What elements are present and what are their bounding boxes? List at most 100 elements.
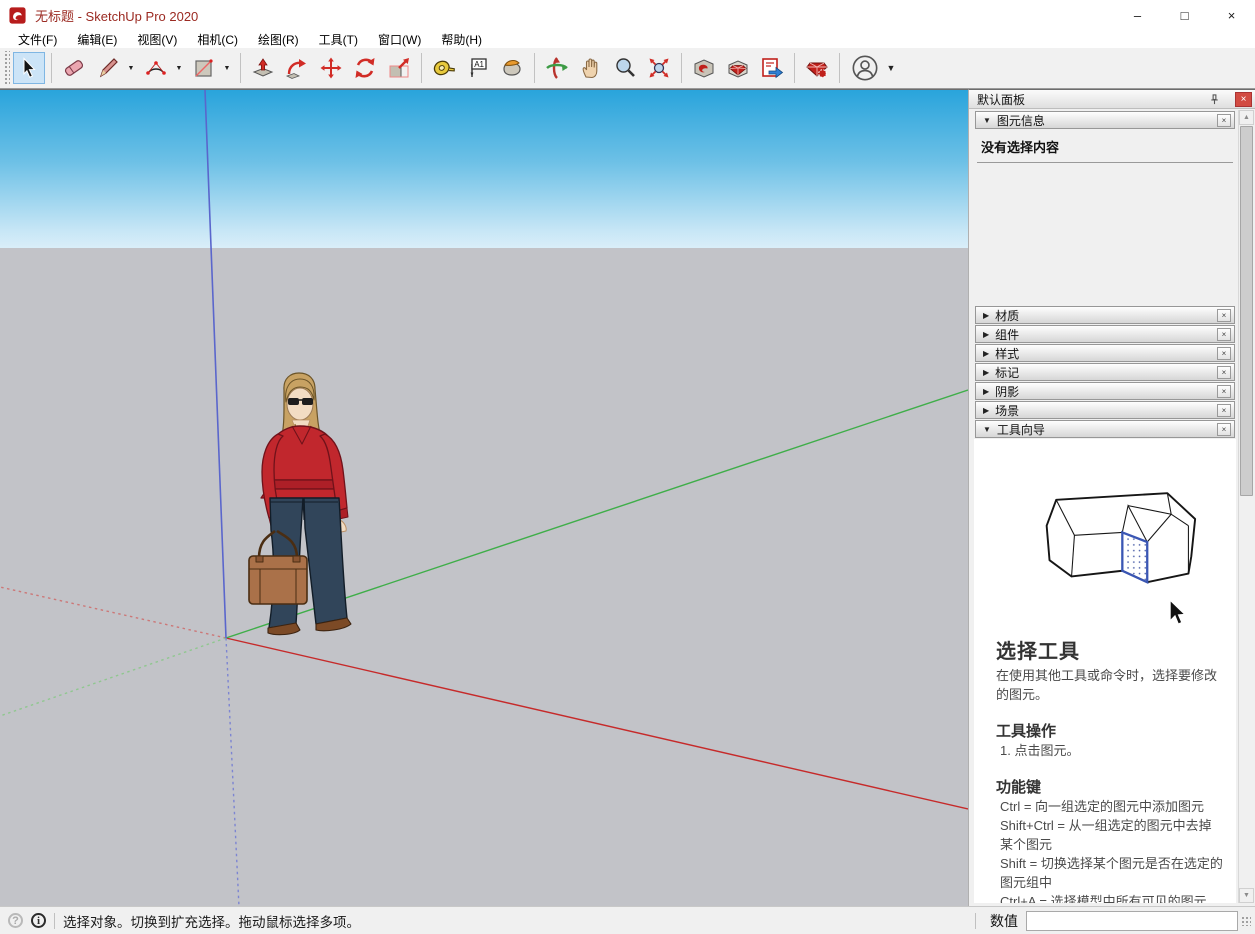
section-label: 阴影 <box>995 383 1019 400</box>
scrollbar-thumb[interactable] <box>1240 126 1253 496</box>
scale-tool-button[interactable] <box>383 52 415 84</box>
minimize-button[interactable]: – <box>1114 0 1161 30</box>
sketchup-window: 无标题 - SketchUp Pro 2020 – □ × 文件(F) 编辑(E… <box>0 0 1255 934</box>
section-close-button[interactable]: × <box>1217 385 1231 398</box>
zoom-tool-button[interactable] <box>609 52 641 84</box>
zoom-extents-tool-button[interactable] <box>643 52 675 84</box>
menu-file[interactable]: 文件(F) <box>8 30 67 49</box>
section-tags[interactable]: ▶ 标记 × <box>975 363 1235 381</box>
menu-tools[interactable]: 工具(T) <box>309 30 368 49</box>
rectangle-tool-dropdown[interactable]: ▼ <box>221 52 233 84</box>
section-close-button[interactable]: × <box>1217 404 1231 417</box>
scroll-up-arrow-icon[interactable]: ▲ <box>1239 110 1254 125</box>
section-close-button[interactable]: × <box>1217 366 1231 379</box>
section-scenes[interactable]: ▶ 场景 × <box>975 401 1235 419</box>
section-components[interactable]: ▶ 组件 × <box>975 325 1235 343</box>
tool-operation-heading: 工具操作 <box>996 720 1224 741</box>
info-icon[interactable]: i <box>31 913 46 928</box>
menu-window[interactable]: 窗口(W) <box>368 30 431 49</box>
selected-face <box>1122 532 1147 582</box>
paint-bucket-tool-button[interactable] <box>496 52 528 84</box>
sketchup-logo-icon <box>9 7 26 24</box>
instructor-description: 在使用其他工具或命令时，选择要修改的图元。 <box>996 666 1224 704</box>
section-close-button[interactable]: × <box>1217 328 1231 341</box>
text-tool-button[interactable]: A1 <box>462 52 494 84</box>
measurement-input[interactable] <box>1026 911 1238 931</box>
entity-info-header[interactable]: ▼ 图元信息 × <box>975 111 1235 129</box>
rotate-icon <box>353 56 377 80</box>
chevron-right-icon: ▶ <box>983 330 989 339</box>
section-materials[interactable]: ▶ 材质 × <box>975 306 1235 324</box>
toolbar-separator <box>240 53 241 83</box>
chevron-down-icon: ▼ <box>983 425 991 434</box>
push-pull-tool-button[interactable] <box>247 52 279 84</box>
no-selection-message: 没有选择内容 <box>981 137 1235 156</box>
extension-warehouse-button[interactable] <box>722 52 754 84</box>
geolocation-help-icon[interactable]: ? <box>8 913 23 928</box>
scale-icon <box>387 56 411 80</box>
rotate-tool-button[interactable] <box>349 52 381 84</box>
account-dropdown[interactable]: ▼ <box>885 52 897 84</box>
tape-measure-icon <box>432 56 456 80</box>
entity-info-close-button[interactable]: × <box>1217 114 1231 127</box>
pin-icon[interactable] <box>1206 92 1222 107</box>
blue-axis-dotted <box>226 638 239 906</box>
extension-manager-icon <box>805 56 829 80</box>
zoom-icon <box>613 56 637 80</box>
move-tool-button[interactable] <box>315 52 347 84</box>
send-to-layout-button[interactable] <box>756 52 788 84</box>
separator <box>977 162 1233 163</box>
chevron-down-icon: ▼ <box>983 116 991 125</box>
instructor-close-button[interactable]: × <box>1217 423 1231 436</box>
eraser-tool-button[interactable] <box>58 52 90 84</box>
arc-tool-dropdown[interactable]: ▼ <box>173 52 185 84</box>
scroll-down-arrow-icon[interactable]: ▼ <box>1239 888 1254 903</box>
panel-close-button[interactable]: × <box>1235 92 1252 107</box>
close-button[interactable]: × <box>1208 0 1255 30</box>
menu-draw[interactable]: 绘图(R) <box>248 30 309 49</box>
panel-scrollbar[interactable]: ▲ ▼ <box>1238 110 1253 903</box>
section-shadows[interactable]: ▶ 阴影 × <box>975 382 1235 400</box>
status-bar: ? i 选择对象。切换到扩充选择。拖动鼠标选择多项。 数值 <box>0 906 1255 934</box>
chevron-right-icon: ▶ <box>983 349 989 358</box>
toolbar-separator <box>681 53 682 83</box>
rectangle-icon <box>192 56 216 80</box>
menu-camera[interactable]: 相机(C) <box>187 30 248 49</box>
tape-measure-tool-button[interactable] <box>428 52 460 84</box>
extension-manager-button[interactable] <box>801 52 833 84</box>
toolbar-separator <box>421 53 422 83</box>
section-label: 标记 <box>995 364 1019 381</box>
pan-tool-button[interactable] <box>575 52 607 84</box>
section-label: 样式 <box>995 345 1019 362</box>
toolbar-grip[interactable] <box>3 51 10 85</box>
follow-me-tool-button[interactable] <box>281 52 313 84</box>
section-close-button[interactable]: × <box>1217 309 1231 322</box>
section-close-button[interactable]: × <box>1217 347 1231 360</box>
maximize-button[interactable]: □ <box>1161 0 1208 30</box>
window-controls: – □ × <box>1114 0 1255 30</box>
resize-grip[interactable] <box>1241 916 1251 926</box>
3d-warehouse-button[interactable] <box>688 52 720 84</box>
pan-hand-icon <box>579 56 603 80</box>
arc-tool-button[interactable] <box>140 52 172 84</box>
rectangle-tool-button[interactable] <box>188 52 220 84</box>
instructor-header[interactable]: ▼ 工具向导 × <box>975 420 1235 438</box>
red-axis-dotted <box>0 587 226 638</box>
menu-edit[interactable]: 编辑(E) <box>67 30 127 49</box>
section-styles[interactable]: ▶ 样式 × <box>975 344 1235 362</box>
line-tool-button[interactable] <box>92 52 124 84</box>
zoom-extents-icon <box>647 56 671 80</box>
paint-bucket-icon <box>500 56 524 80</box>
toolbar: ▼ ▼ ▼ A1 <box>0 48 1255 89</box>
push-pull-icon <box>251 56 275 80</box>
send-to-layout-icon <box>760 56 784 80</box>
3d-warehouse-icon <box>692 56 716 80</box>
model-viewport[interactable] <box>0 89 968 906</box>
orbit-tool-button[interactable] <box>541 52 573 84</box>
measurement-label: 数值 <box>990 911 1018 931</box>
menu-view[interactable]: 视图(V) <box>127 30 187 49</box>
menu-help[interactable]: 帮助(H) <box>431 30 492 49</box>
line-tool-dropdown[interactable]: ▼ <box>125 52 137 84</box>
account-button[interactable] <box>846 52 884 84</box>
select-tool-button[interactable] <box>13 52 45 84</box>
